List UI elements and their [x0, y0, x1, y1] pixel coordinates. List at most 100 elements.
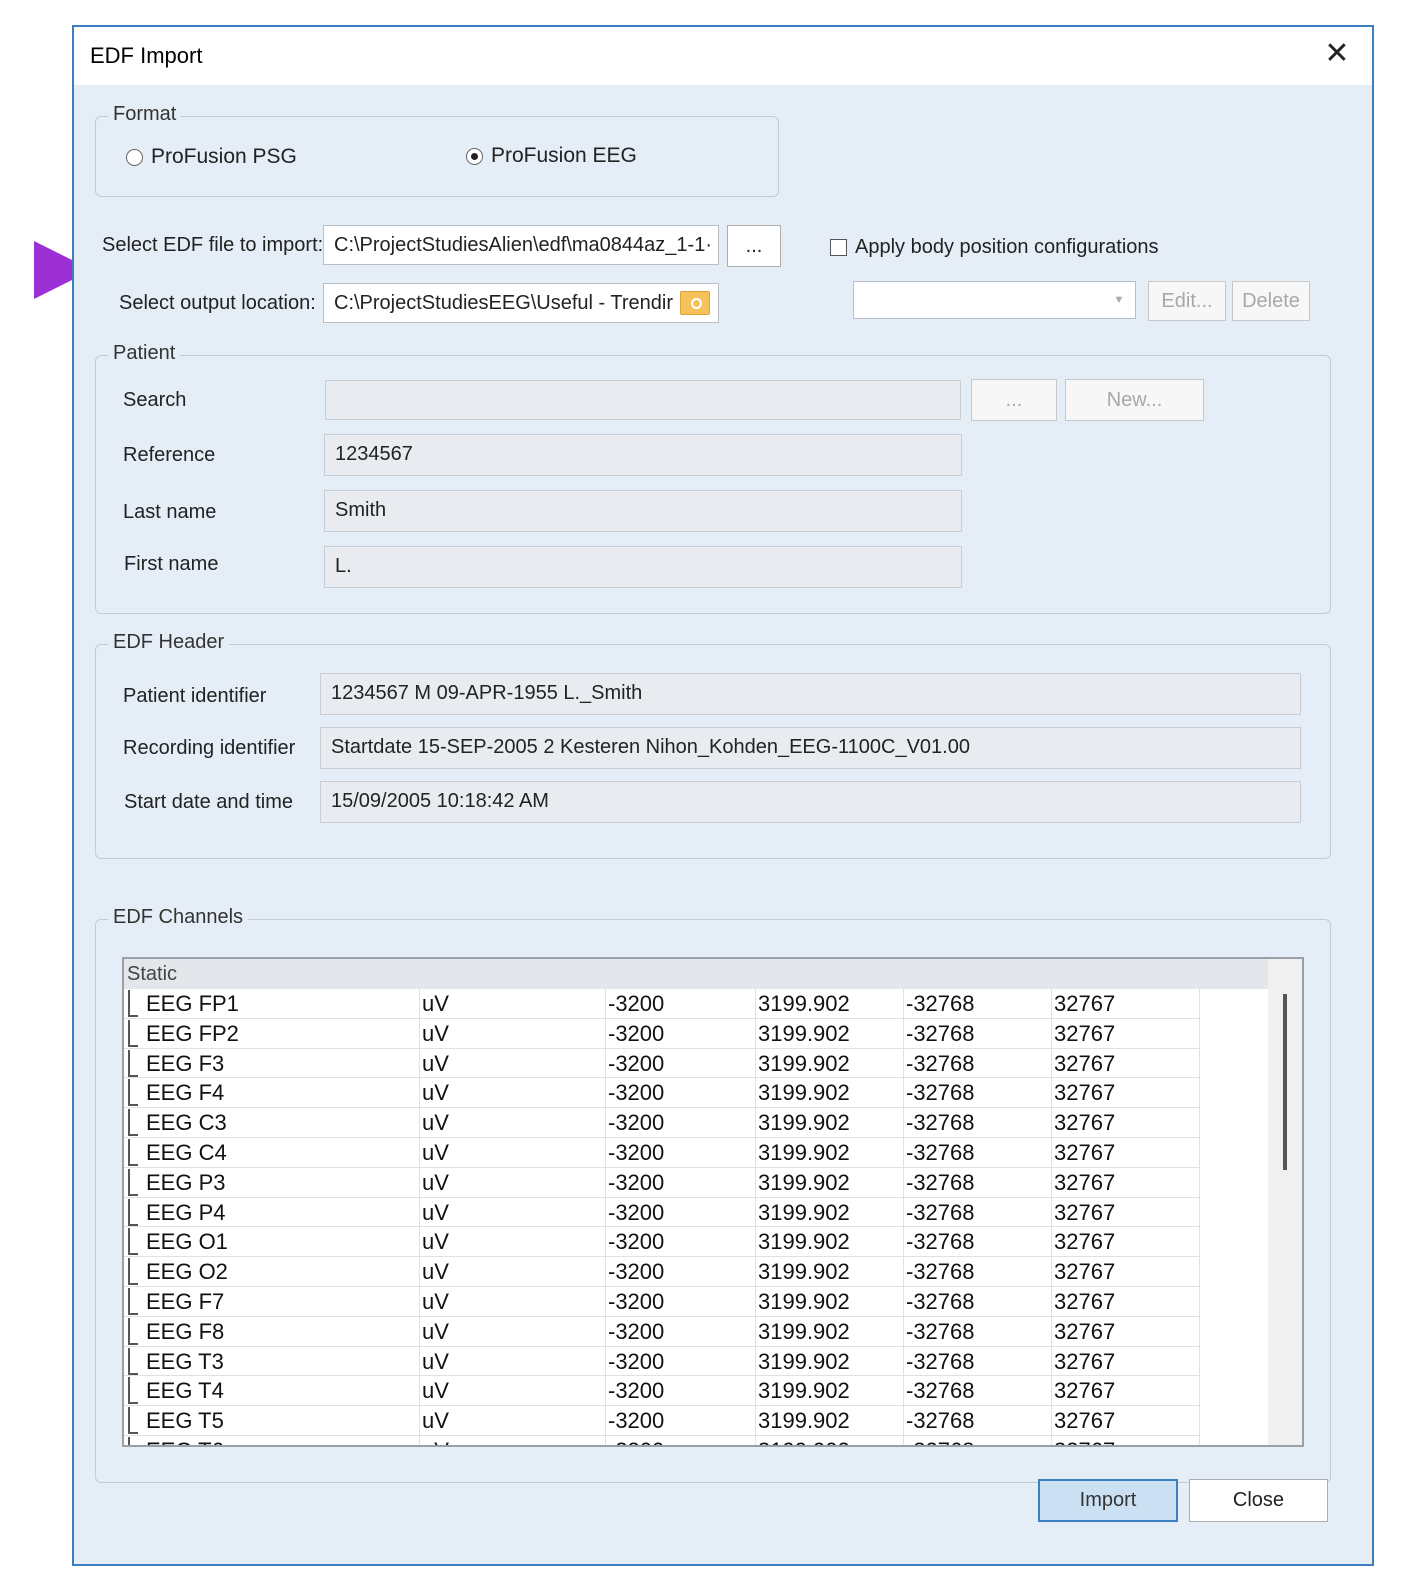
start-date-time-label: Start date and time	[124, 791, 293, 813]
channel-rows: EEG FP1 uV -3200 3199.902 -32768 32767 EEG FP2…	[124, 989, 1200, 1445]
table-cell: uV	[420, 1376, 606, 1406]
patient-search-button[interactable]: ...	[971, 379, 1057, 421]
table-row[interactable]: EEG P3 uV -3200 3199.902 -32768 32767	[124, 1167, 1200, 1198]
row-select-marker	[128, 1258, 138, 1286]
table-cell: EEG F4	[144, 1078, 420, 1108]
table-cell: -32768	[904, 1376, 1052, 1406]
patient-legend: Patient	[108, 342, 181, 365]
radio-circle	[126, 148, 143, 166]
table-cell: -3200	[606, 1316, 756, 1346]
table-cell: EEG T5	[144, 1406, 420, 1436]
table-cell: uV	[420, 1078, 606, 1108]
import-file-label: Select EDF file to import:	[102, 234, 324, 256]
table-cell: uV	[420, 1286, 606, 1316]
row-select-marker	[128, 1317, 138, 1345]
table-cell: 32767	[1052, 1316, 1200, 1346]
table-cell: EEG T3	[144, 1346, 420, 1376]
table-row[interactable]: EEG C3 uV -3200 3199.902 -32768 32767	[124, 1108, 1200, 1138]
format-legend: Format	[108, 103, 182, 126]
patient-identifier-field: 1234567 M 09-APR-1955 L._Smith	[320, 673, 1301, 715]
table-cell: 3199.902	[756, 1286, 904, 1316]
list-group-header: Static	[124, 959, 1268, 989]
import-button[interactable]: Import	[1038, 1479, 1178, 1522]
table-cell: EEG FP1	[144, 989, 420, 1018]
row-select-marker	[128, 990, 138, 1017]
chevron-down-icon: ▼	[1113, 294, 1125, 306]
table-cell: 3199.902	[756, 1257, 904, 1287]
close-icon[interactable]: ✕	[1322, 39, 1352, 69]
reference-field: 1234567	[324, 434, 962, 476]
table-cell: EEG FP2	[144, 1018, 420, 1048]
table-cell: 32767	[1052, 1197, 1200, 1227]
table-cell: EEG O1	[144, 1227, 420, 1257]
table-cell: -3200	[606, 1227, 756, 1257]
table-cell: -32768	[904, 1078, 1052, 1108]
edf-import-dialog: EDF Import ✕ Format ProFusion PSG ProFus…	[72, 25, 1374, 1566]
table-cell: 32767	[1052, 1078, 1200, 1108]
table-cell: uV	[420, 1316, 606, 1346]
table-row[interactable]: EEG FP2 uV -3200 3199.902 -32768 32767	[124, 1018, 1200, 1049]
delete-config-button[interactable]: Delete	[1232, 281, 1310, 321]
browse-file-button[interactable]: ...	[727, 225, 781, 267]
table-row[interactable]: EEG FP1 uV -3200 3199.902 -32768 32767	[124, 989, 1200, 1019]
table-cell: -3200	[606, 1286, 756, 1316]
table-row[interactable]: EEG T4 uV -3200 3199.902 -32768 32767	[124, 1376, 1200, 1407]
table-cell: 32767	[1052, 1406, 1200, 1436]
table-row[interactable]: EEG C4 uV -3200 3199.902 -32768 32767	[124, 1137, 1200, 1168]
table-cell: 32767	[1052, 1227, 1200, 1257]
radio-profusion-psg[interactable]: ProFusion PSG	[126, 145, 297, 169]
table-cell: uV	[420, 1018, 606, 1048]
table-row[interactable]: EEG T6uV-32003199.902-3276832767	[124, 1435, 1200, 1445]
table-row[interactable]: EEG O2 uV -3200 3199.902 -32768 32767	[124, 1257, 1200, 1287]
table-row[interactable]: EEG T3 uV -3200 3199.902 -32768 32767	[124, 1346, 1200, 1377]
table-row[interactable]: EEG P4 uV -3200 3199.902 -32768 32767	[124, 1197, 1200, 1228]
patient-search-input[interactable]	[325, 380, 961, 420]
folder-search-icon[interactable]	[680, 291, 710, 315]
table-cell: 32767	[1052, 1167, 1200, 1197]
table-cell: 3199.902	[756, 1137, 904, 1167]
table-cell: -32768	[904, 1316, 1052, 1346]
table-cell: 32767	[1052, 1435, 1200, 1445]
table-cell: uV	[420, 989, 606, 1018]
table-row[interactable]: EEG F3 uV -3200 3199.902 -32768 32767	[124, 1048, 1200, 1079]
table-row[interactable]: EEG F7 uV -3200 3199.902 -32768 32767	[124, 1286, 1200, 1317]
output-location-input[interactable]: C:\ProjectStudiesEEG\Useful - Trendir	[323, 283, 719, 323]
vertical-scrollbar[interactable]	[1268, 959, 1302, 1445]
table-cell: uV	[420, 1137, 606, 1167]
dialog-title: EDF Import	[90, 43, 203, 68]
search-label: Search	[123, 389, 187, 411]
first-name-label: First name	[124, 553, 219, 575]
recording-identifier-field: Startdate 15-SEP-2005 2 Kesteren Nihon_K…	[320, 727, 1301, 769]
body-position-config-select[interactable]: ▼	[853, 281, 1136, 319]
checkbox-label: Apply body position configurations	[855, 236, 1159, 258]
table-row[interactable]: EEG F4 uV -3200 3199.902 -32768 32767	[124, 1078, 1200, 1109]
table-cell: -3200	[606, 1435, 756, 1445]
table-cell: EEG T4	[144, 1376, 420, 1406]
table-cell: 3199.902	[756, 1406, 904, 1436]
edf-channels-list[interactable]: Static EEG FP1 uV -3200 3199.902 -32768 32767…	[122, 957, 1304, 1447]
table-row[interactable]: EEG F8 uV -3200 3199.902 -32768 32767	[124, 1316, 1200, 1347]
table-cell: 3199.902	[756, 1167, 904, 1197]
scrollbar-thumb[interactable]	[1283, 994, 1287, 1170]
radio-profusion-eeg[interactable]: ProFusion EEG	[466, 144, 637, 168]
table-cell: EEG C4	[144, 1137, 420, 1167]
import-file-input[interactable]: C:\ProjectStudiesAlien\edf\ma0844az_1-1·	[323, 225, 719, 265]
row-select-marker	[128, 1198, 138, 1226]
edit-config-button[interactable]: Edit...	[1148, 281, 1226, 321]
close-button[interactable]: Close	[1189, 1479, 1328, 1522]
table-cell: -32768	[904, 1257, 1052, 1287]
patient-identifier-label: Patient identifier	[123, 685, 267, 707]
table-cell: -3200	[606, 1078, 756, 1108]
table-cell: EEG F3	[144, 1048, 420, 1078]
table-cell: 3199.902	[756, 1078, 904, 1108]
table-row[interactable]: EEG T5 uV -3200 3199.902 -32768 32767	[124, 1406, 1200, 1436]
row-select-marker	[128, 1138, 138, 1166]
table-cell: -32768	[904, 989, 1052, 1018]
table-cell: 3199.902	[756, 1346, 904, 1376]
table-row[interactable]: EEG O1 uV -3200 3199.902 -32768 32767	[124, 1227, 1200, 1258]
table-cell: 3199.902	[756, 1376, 904, 1406]
table-cell: EEG T6	[144, 1435, 420, 1445]
new-patient-button[interactable]: New...	[1065, 379, 1204, 421]
row-select-marker	[128, 1019, 138, 1047]
apply-body-position-checkbox[interactable]: Apply body position configurations	[830, 236, 1159, 259]
